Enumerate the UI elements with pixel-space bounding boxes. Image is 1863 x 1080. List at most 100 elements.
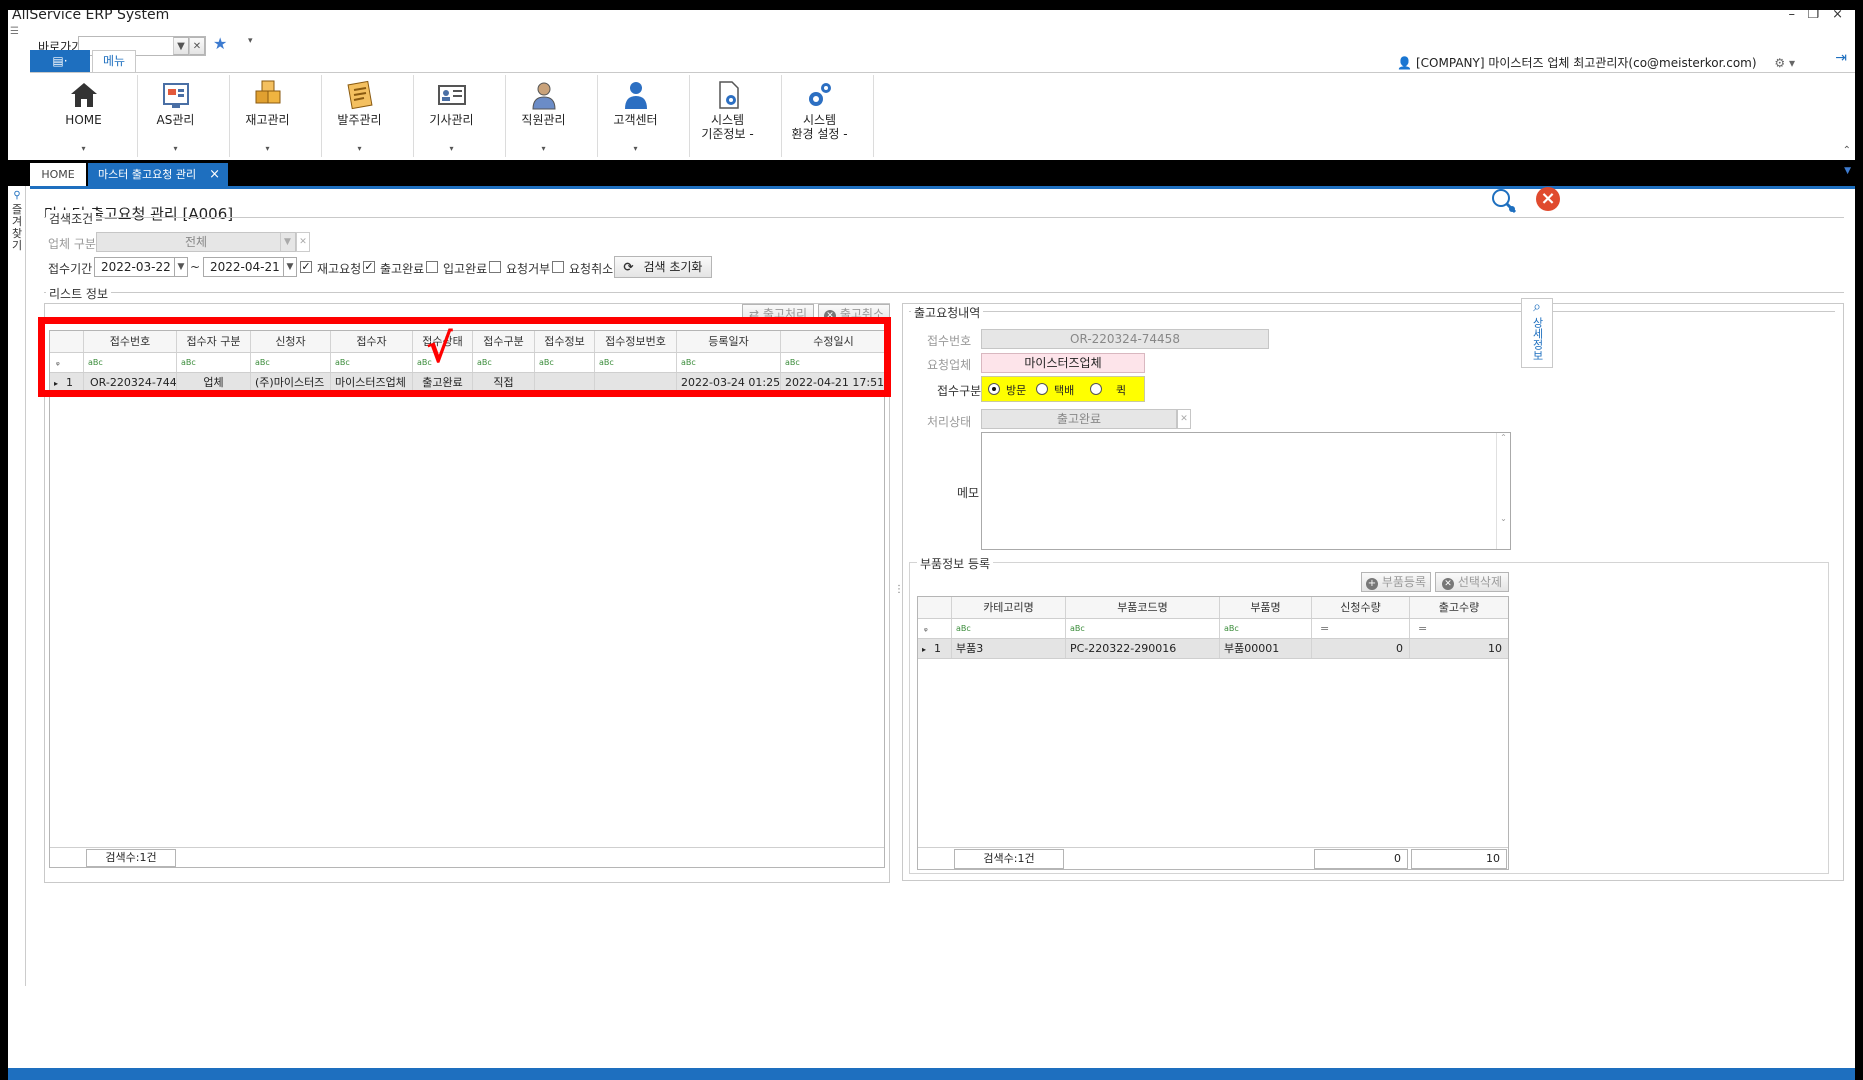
clear-icon[interactable]: ✕ xyxy=(189,37,205,55)
tab-menu[interactable]: 메뉴 xyxy=(92,50,136,72)
close-window-icon[interactable]: × xyxy=(1832,10,1843,22)
check-release-done-label: 출고완료 xyxy=(380,262,425,276)
list-footer: 검색수:1건 xyxy=(50,847,884,867)
boxes-icon xyxy=(255,80,281,104)
document-tab-strip: HOME 마스터 출고요청 관리 × ▼ xyxy=(8,160,1855,186)
restore-icon[interactable]: ❐ xyxy=(1807,10,1819,22)
radio-visit-label: 방문 xyxy=(1006,384,1027,397)
search-reset-button[interactable]: ⟳ 검색 초기화 xyxy=(614,256,712,278)
favorite-star-icon[interactable]: ★ xyxy=(213,34,227,53)
cell-release-qty[interactable]: 10 xyxy=(1410,639,1508,658)
parts-add-button[interactable]: + 부품등록 xyxy=(1361,572,1431,592)
filter-equals-icon[interactable]: = xyxy=(1312,619,1410,638)
menu-grip-icon: ☰ xyxy=(10,26,19,37)
user-info: 👤 [COMPANY] 마이스터즈 업체 최고관리자(co@meisterkor… xyxy=(1397,54,1795,71)
search-view-icon[interactable] xyxy=(1490,187,1518,215)
memo-scrollbar[interactable]: ⌃ ⌄ xyxy=(1496,433,1510,549)
cell-part-code[interactable]: PC-220322-290016 xyxy=(1066,639,1220,658)
radio-visit[interactable] xyxy=(988,383,1000,395)
document-gear-icon xyxy=(719,81,739,109)
check-request-rejected-label: 요청거부 xyxy=(506,262,551,276)
user-info-text: [COMPANY] 마이스터즈 업체 최고관리자(co@meisterkor.c… xyxy=(1415,56,1757,70)
quickbar-dropdown-icon[interactable]: ▾ xyxy=(248,36,253,46)
cell-category[interactable]: 부품3 xyxy=(952,639,1066,658)
company-type-clear-icon[interactable]: ✕ xyxy=(296,232,310,252)
parts-count: 검색수:1건 xyxy=(954,849,1064,869)
col-release-qty[interactable]: 출고수량 xyxy=(1410,597,1508,618)
refresh-icon: ⟳ xyxy=(623,260,634,274)
favorites-sidebar[interactable]: ⚲ 즐겨찾기 xyxy=(8,186,26,986)
table-row[interactable]: ▸ 1 부품3 PC-220322-290016 부품00001 0 10 xyxy=(918,639,1508,659)
check-stock-request[interactable]: ✓ xyxy=(300,261,312,273)
memo-textarea[interactable]: ⌃ ⌄ xyxy=(981,432,1511,550)
check-receipt-done[interactable] xyxy=(426,261,438,273)
check-request-cancelled-label: 요청취소 xyxy=(569,262,614,276)
date-to-dropdown-icon[interactable]: ▼ xyxy=(283,257,297,277)
receipt-no-field[interactable]: OR-220324-74458 xyxy=(981,329,1269,349)
as-icon xyxy=(163,83,189,108)
person-icon xyxy=(625,82,647,109)
tab-home[interactable]: HOME xyxy=(30,163,86,186)
filter-pin-icon: ᵩ xyxy=(918,619,952,638)
settings-gear-icon[interactable]: ⚙ ▾ xyxy=(1774,56,1795,70)
company-type-select[interactable]: 전체 xyxy=(96,232,296,252)
company-label: 요청업체 xyxy=(927,358,972,372)
filter-abc-icon[interactable]: aBc xyxy=(952,619,1066,638)
gears-icon xyxy=(809,83,831,106)
check-receipt-done-label: 입고완료 xyxy=(443,262,488,276)
tab-release-request[interactable]: 마스터 출고요청 관리 × xyxy=(88,163,228,186)
check-release-done[interactable]: ✓ xyxy=(363,261,375,273)
period-label: 접수기간 xyxy=(48,262,93,276)
col-request-qty[interactable]: 신청수량 xyxy=(1312,597,1410,618)
check-request-cancelled[interactable] xyxy=(552,261,564,273)
radio-quick[interactable] xyxy=(1090,383,1102,395)
tab-close-icon[interactable]: × xyxy=(209,163,220,186)
company-type-chevron-icon[interactable]: ▼ xyxy=(280,233,294,251)
filter-abc-icon[interactable]: aBc xyxy=(1220,619,1312,638)
status-select[interactable]: 출고완료 xyxy=(981,409,1177,429)
list-grid: 접수번호 접수자 구분 신청자 접수자 접수상태 접수구분 접수정보 접수정보번… xyxy=(49,330,886,868)
ribbon-collapse-icon[interactable]: ⌃ xyxy=(1843,145,1851,156)
radio-courier[interactable] xyxy=(1036,383,1048,395)
filter-equals-icon[interactable]: = xyxy=(1410,619,1508,638)
company-field[interactable]: 마이스터즈업체 xyxy=(981,353,1145,373)
home-icon xyxy=(71,83,97,107)
col-part-name[interactable]: 부품명 xyxy=(1220,597,1312,618)
company-type-label: 업체 구분 xyxy=(48,237,96,251)
check-request-rejected[interactable] xyxy=(489,261,501,273)
ribbon-system-settings-button[interactable]: 시스템 환경 설정 - xyxy=(766,75,874,157)
staff-icon xyxy=(532,82,556,110)
check-mark-icon: √ xyxy=(426,326,453,372)
type-radio-group: 방문 택배 퀵 xyxy=(981,376,1145,402)
memo-label: 메모 xyxy=(957,486,980,500)
date-from-dropdown-icon[interactable]: ▼ xyxy=(174,257,188,277)
type-label: 접수구분 xyxy=(937,384,982,398)
chevron-down-icon[interactable]: ▼ xyxy=(173,37,189,55)
status-clear-icon[interactable]: ✕ xyxy=(1177,409,1191,429)
title-bar: AllService ERP System – ❐ × xyxy=(8,10,1855,24)
cell-request-qty[interactable]: 0 xyxy=(1312,639,1410,658)
receipt-no-label: 접수번호 xyxy=(927,334,972,348)
binoculars-icon: ⚲ xyxy=(13,190,21,201)
detail-group-title: 출고요청내역 xyxy=(911,304,984,321)
parts-sum-release: 10 xyxy=(1411,849,1507,869)
parts-filter-row[interactable]: ᵩ aBc aBc aBc = = xyxy=(918,619,1508,639)
file-tab[interactable]: ▤· xyxy=(30,50,90,72)
col-part-code[interactable]: 부품코드명 xyxy=(1066,597,1220,618)
tab-list-dropdown-icon[interactable]: ▼ xyxy=(1844,166,1851,176)
radio-courier-label: 택배 xyxy=(1054,384,1075,397)
ribbon: HOME ▾ AS관리 ▾ 재고관리 ▾ 발주관리 ▾ 기사관리 ▾ 직원관리 ▾ 고객센터… xyxy=(30,72,1855,160)
parts-header-row: 카테고리명 부품코드명 부품명 신청수량 출고수량 xyxy=(918,597,1508,619)
minimize-icon[interactable]: – xyxy=(1789,10,1796,22)
main-content: 마스터 출고요청 관리 [A006] × 검색조건 업체 구분 전체 ▼ ✕ 접… xyxy=(30,187,1855,1057)
parts-delete-button[interactable]: ✕ 선택삭제 xyxy=(1435,572,1509,592)
detail-side-tab[interactable]: ⌕ 상세정보 xyxy=(1521,298,1553,368)
cell-part-name[interactable]: 부품00001 xyxy=(1220,639,1312,658)
logout-icon[interactable]: ⇥ xyxy=(1835,50,1847,66)
order-icon xyxy=(347,80,373,110)
close-screen-icon[interactable]: × xyxy=(1536,187,1560,211)
id-card-icon xyxy=(438,85,466,105)
search-group-title: 검색조건 xyxy=(46,210,97,227)
col-category[interactable]: 카테고리명 xyxy=(952,597,1066,618)
filter-abc-icon[interactable]: aBc xyxy=(1066,619,1220,638)
